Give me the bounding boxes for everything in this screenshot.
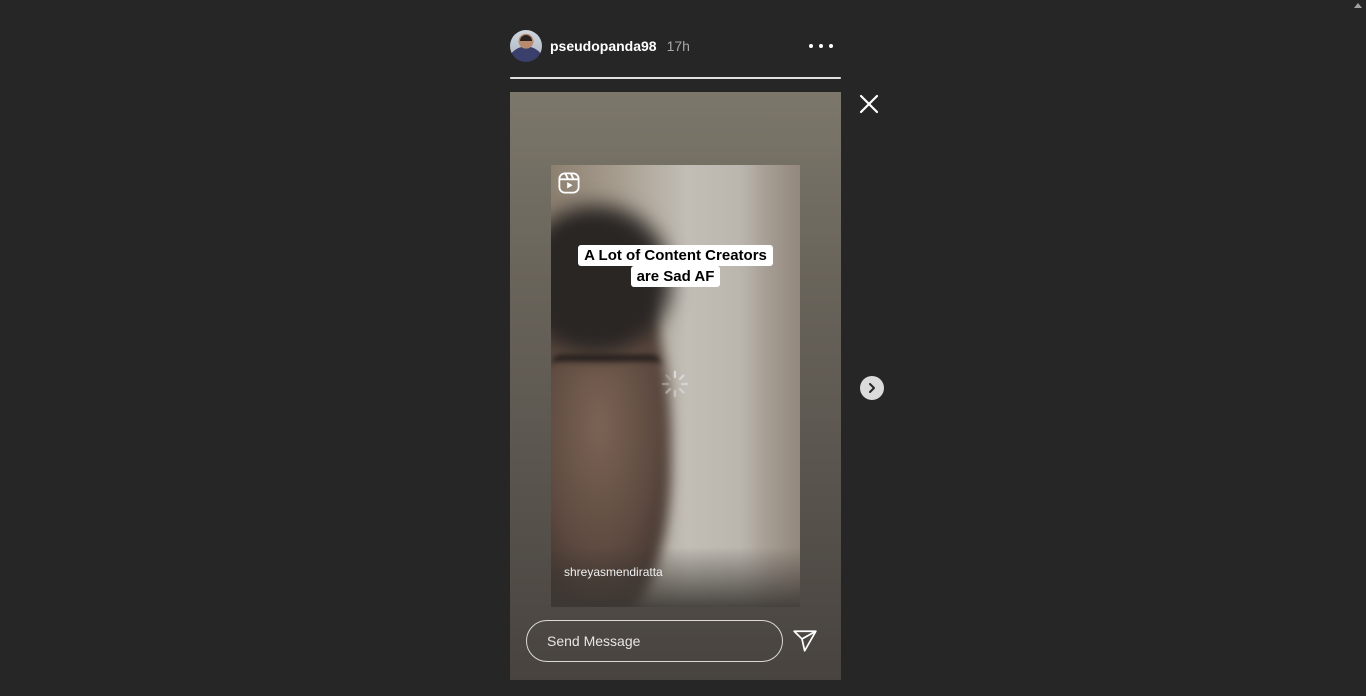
avatar[interactable] [510,30,542,62]
reel-creator-credit[interactable]: shreyasmendiratta [564,565,663,579]
story-progress-fill [510,77,841,79]
caption-line: are Sad AF [630,266,721,287]
reel-caption: A Lot of Content Creators are Sad AF [551,245,800,287]
close-icon[interactable] [858,93,880,115]
loading-spinner-icon [661,370,689,398]
more-options-icon [809,44,813,48]
more-options-button[interactable] [809,38,833,54]
story-timestamp: 17h [666,38,690,54]
story-frame[interactable]: A Lot of Content Creators are Sad AF shr… [510,92,841,680]
shared-reel-preview[interactable]: A Lot of Content Creators are Sad AF shr… [551,165,800,607]
story-progress-bar [510,77,841,79]
username[interactable]: pseudopanda98 [550,38,657,54]
chevron-right-icon [869,383,875,393]
scroll-up-arrow-icon[interactable] [1354,3,1362,8]
story-header: pseudopanda98 17h [510,30,841,62]
caption-line: A Lot of Content Creators [578,245,773,266]
reels-icon[interactable] [558,172,580,194]
send-message-input[interactable] [526,620,783,662]
story-viewer: pseudopanda98 17h A Lot of Content Creat… [0,0,1366,696]
send-icon[interactable] [792,628,818,654]
next-story-button[interactable] [860,376,884,400]
